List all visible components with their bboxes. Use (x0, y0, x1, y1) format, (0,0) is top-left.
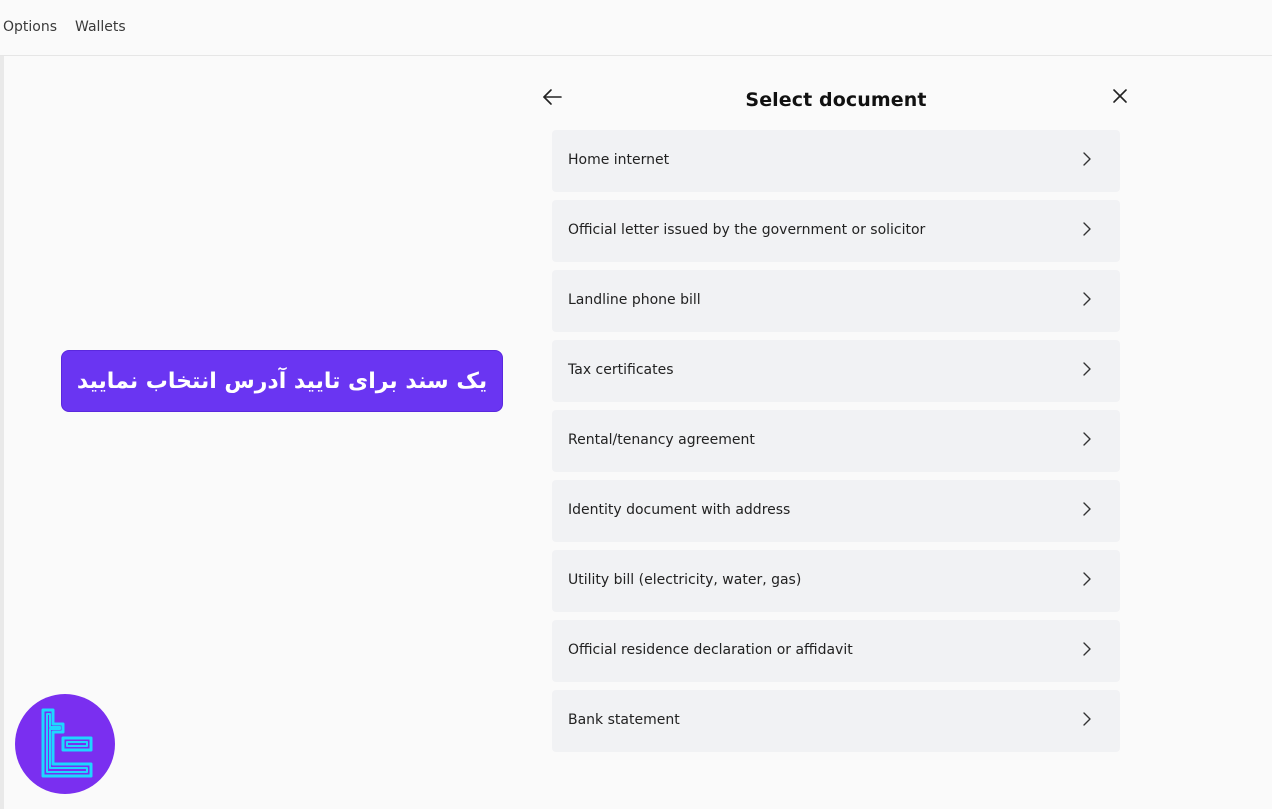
instruction-banner: یک سند برای تایید آدرس انتخاب نمایید (61, 350, 503, 412)
top-navigation-bar: Options Wallets (0, 0, 1272, 56)
document-option-label: Tax certificates (568, 362, 674, 378)
document-option-label: Bank statement (568, 712, 680, 728)
document-option-utility-bill[interactable]: Utility bill (electricity, water, gas) (552, 550, 1120, 612)
tc-logo (15, 694, 115, 794)
document-option-label: Home internet (568, 152, 670, 168)
document-option-label: Rental/tenancy agreement (568, 432, 755, 448)
document-option-tax-certificates[interactable]: Tax certificates (552, 340, 1120, 402)
tc-logo-icon (41, 708, 93, 778)
document-option-label: Official residence declaration or affida… (568, 642, 853, 658)
document-option-label: Landline phone bill (568, 292, 701, 308)
chevron-right-icon (1083, 292, 1091, 306)
chevron-right-icon (1083, 502, 1091, 516)
document-option-label: Utility bill (electricity, water, gas) (568, 572, 802, 588)
nav-options[interactable]: Options (3, 19, 57, 35)
page-title: Select document (745, 89, 927, 111)
chevron-right-icon (1083, 432, 1091, 446)
document-option-landline-bill[interactable]: Landline phone bill (552, 270, 1120, 332)
chevron-right-icon (1083, 222, 1091, 236)
document-option-official-letter[interactable]: Official letter issued by the government… (552, 200, 1120, 262)
document-option-bank-statement[interactable]: Bank statement (552, 690, 1120, 752)
document-option-identity-document[interactable]: Identity document with address (552, 480, 1120, 542)
close-icon (1113, 89, 1127, 103)
chevron-right-icon (1083, 572, 1091, 586)
chevron-right-icon (1083, 362, 1091, 376)
document-option-label: Identity document with address (568, 502, 791, 518)
chevron-right-icon (1083, 152, 1091, 166)
document-option-residence-declaration[interactable]: Official residence declaration or affida… (552, 620, 1120, 682)
document-option-home-internet[interactable]: Home internet (552, 130, 1120, 192)
instruction-banner-text: یک سند برای تایید آدرس انتخاب نمایید (76, 368, 488, 394)
close-button[interactable] (1110, 86, 1130, 106)
document-option-rental-agreement[interactable]: Rental/tenancy agreement (552, 410, 1120, 472)
left-rail-divider (0, 56, 4, 809)
document-option-label: Official letter issued by the government… (568, 222, 926, 238)
chevron-right-icon (1083, 642, 1091, 656)
document-type-list: Home internet Official letter issued by … (552, 130, 1120, 760)
chevron-right-icon (1083, 712, 1091, 726)
nav-wallets[interactable]: Wallets (75, 19, 126, 35)
